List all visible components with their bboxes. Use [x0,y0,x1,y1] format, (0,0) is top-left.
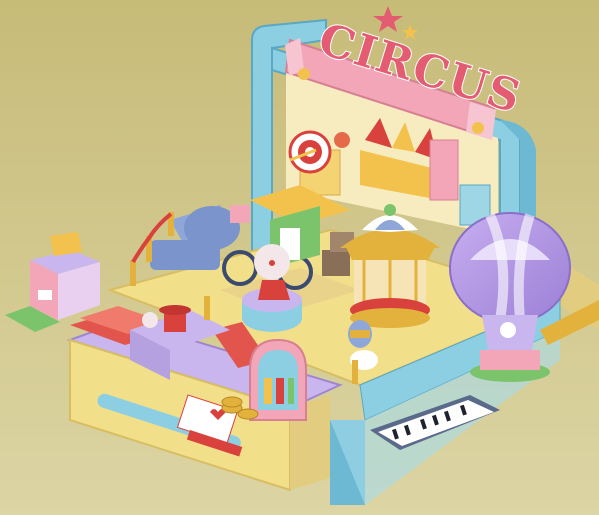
jukebox [249,338,307,421]
flag-topper [384,204,396,216]
paw-icon [298,68,310,80]
paw-icon [472,122,484,134]
target-icon [288,130,332,174]
crate [322,250,350,276]
circus-playset-scene: CIRCUS [0,0,599,515]
apple-decor [334,132,350,148]
